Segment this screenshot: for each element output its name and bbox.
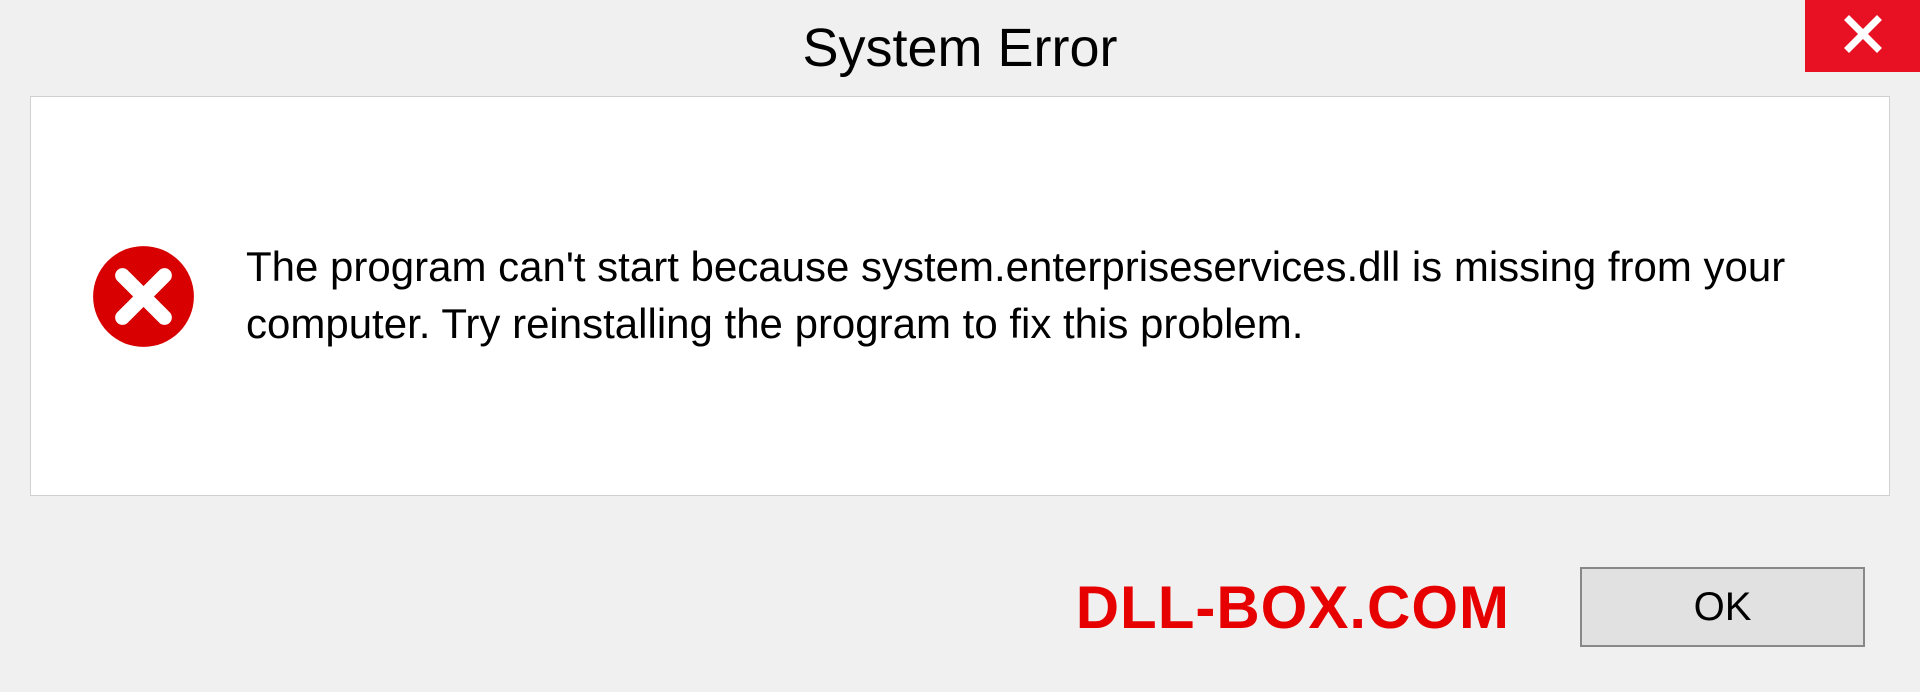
ok-button[interactable]: OK [1580, 567, 1865, 647]
close-icon [1843, 14, 1883, 59]
watermark-text: DLL-BOX.COM [1076, 573, 1510, 642]
close-button[interactable] [1805, 0, 1920, 72]
dialog-footer: DLL-BOX.COM OK [0, 522, 1920, 692]
error-message: The program can't start because system.e… [246, 239, 1829, 352]
error-icon [91, 244, 196, 349]
titlebar: System Error [0, 0, 1920, 96]
ok-button-label: OK [1694, 585, 1752, 630]
dialog-title: System Error [802, 17, 1117, 79]
dialog-body: The program can't start because system.e… [30, 96, 1890, 496]
